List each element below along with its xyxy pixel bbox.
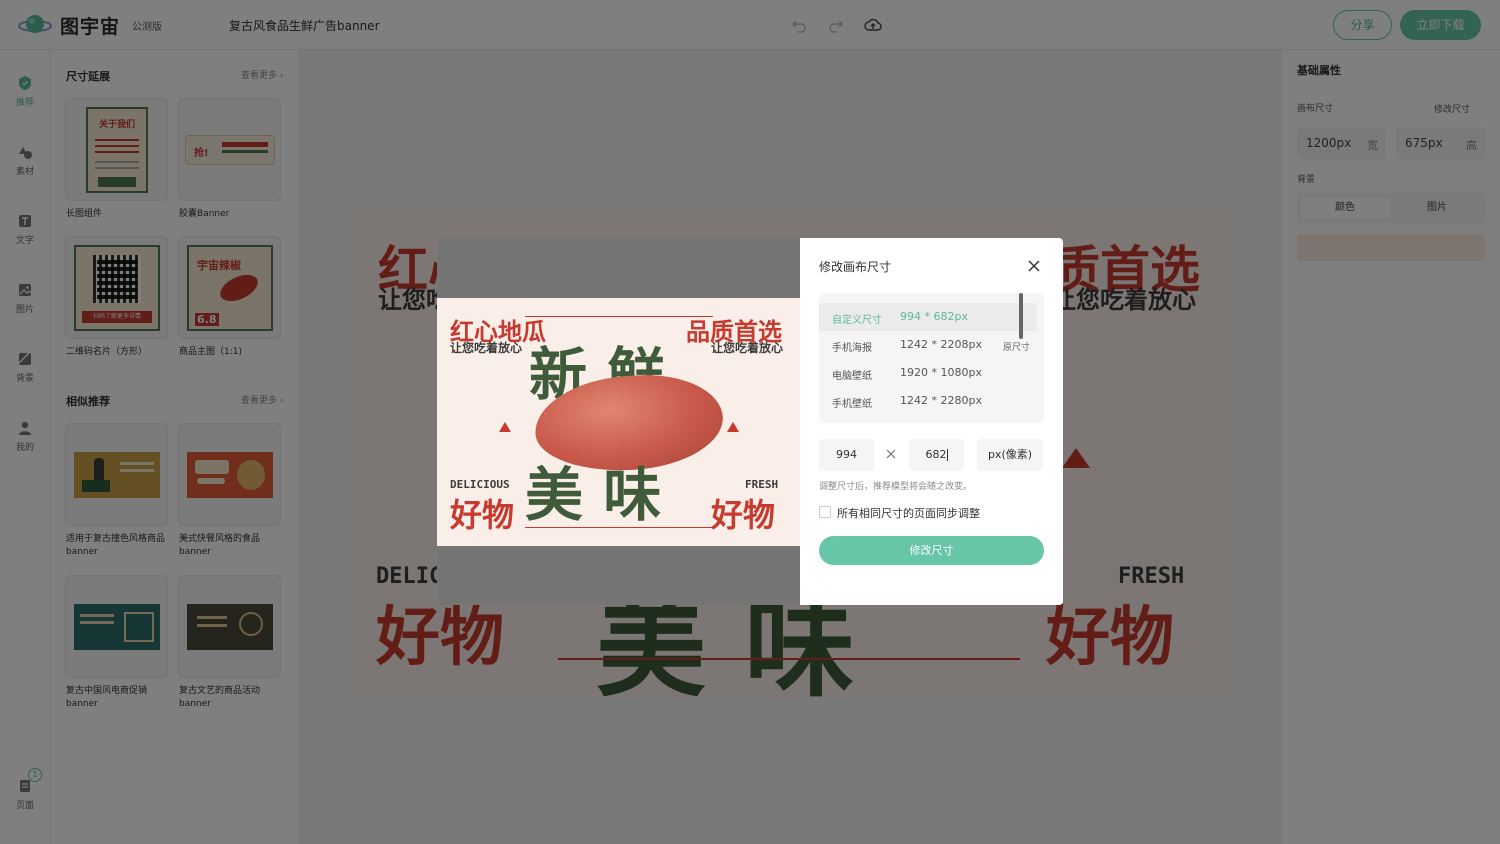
dialog-title: 修改画布尺寸 [819,260,892,274]
preset-size-phone-wallpaper[interactable]: 手机壁纸 1242 * 2280px [819,387,1037,415]
sync-pages-checkbox[interactable] [819,506,831,518]
resize-form: 修改画布尺寸 自定义尺寸 994 * 682px 手机海报 1242 * 220… [800,238,1063,605]
preset-size-list: 自定义尺寸 994 * 682px 手机海报 1242 * 2208px 原尺寸… [819,293,1044,423]
triangle-decoration [727,422,739,432]
original-size-tag: 原尺寸 [1003,343,1031,353]
times-icon [886,449,896,459]
preview-divider [525,527,713,528]
preview-subline-left: 让您吃着放心 [450,341,523,355]
preview-good-left: 好物 [450,496,515,534]
resize-hint: 调整尺寸后，推荐模型将会随之改变。 [819,482,973,492]
preview-image: 红心地瓜 让您吃着放心 品质首选 让您吃着放心 新 鲜 美 味 DELICIOU… [437,298,800,546]
preview-good-right: 好物 [711,496,776,534]
preview-big-bottom: 美 味 [525,461,662,529]
preset-size-phone-poster[interactable]: 手机海报 1242 * 2208px 原尺寸 [819,331,1037,359]
height-input[interactable]: 682 [909,439,964,471]
list-scrollbar[interactable] [1019,293,1023,339]
close-icon[interactable] [1027,259,1041,273]
preview-subline-right: 让您吃着放心 [711,341,784,355]
unit-select[interactable]: px(像素) [977,439,1043,471]
preview-divider [525,316,713,317]
preset-size-custom[interactable]: 自定义尺寸 994 * 682px [819,303,1037,331]
sync-pages-label[interactable]: 所有相同尺寸的页面同步调整 [837,505,980,521]
preset-size-desktop-wallpaper[interactable]: 电脑壁纸 1920 * 1080px [819,359,1037,387]
triangle-decoration [499,422,511,432]
width-input[interactable]: 994 [819,439,874,471]
resize-canvas-dialog: 红心地瓜 让您吃着放心 品质首选 让您吃着放心 新 鲜 美 味 DELICIOU… [437,238,1063,605]
preview-pane: 红心地瓜 让您吃着放心 品质首选 让您吃着放心 新 鲜 美 味 DELICIOU… [437,238,800,605]
confirm-resize-button[interactable]: 修改尺寸 [819,536,1044,565]
